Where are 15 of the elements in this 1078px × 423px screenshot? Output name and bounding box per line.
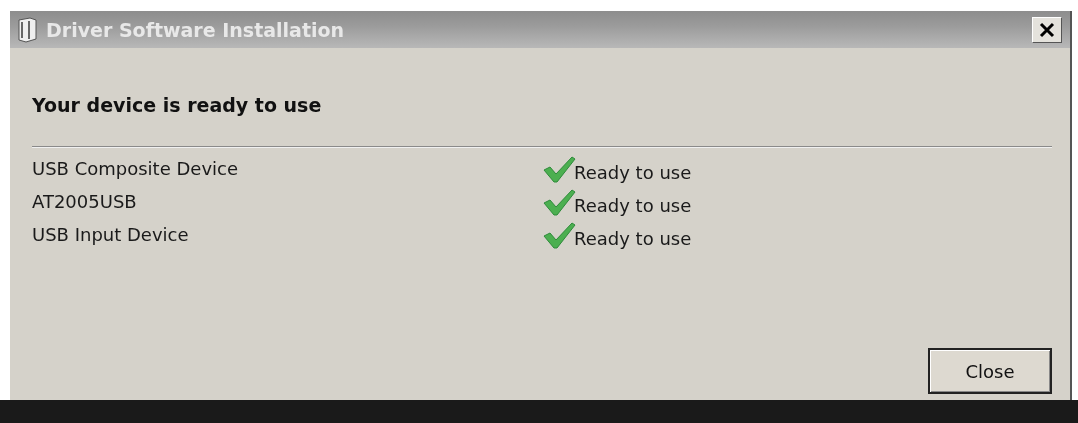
close-button[interactable] — [1032, 16, 1062, 43]
device-icon — [16, 16, 38, 43]
checkmark-icon — [542, 220, 576, 249]
device-name: AT2005USB — [32, 191, 138, 212]
heading: Your device is ready to use — [32, 94, 323, 116]
device-status: Ready to use — [574, 194, 692, 216]
close-button[interactable]: Close — [928, 348, 1052, 394]
device-status: Ready to use — [574, 161, 692, 183]
device-name: USB Composite Device — [32, 158, 239, 179]
device-name: USB Input Device — [32, 224, 190, 245]
device-status: Ready to use — [574, 227, 692, 249]
checkmark-icon — [542, 187, 576, 216]
window-title: Driver Software Installation — [46, 18, 346, 41]
close-icon — [1039, 21, 1055, 38]
checkmark-icon — [542, 154, 576, 183]
